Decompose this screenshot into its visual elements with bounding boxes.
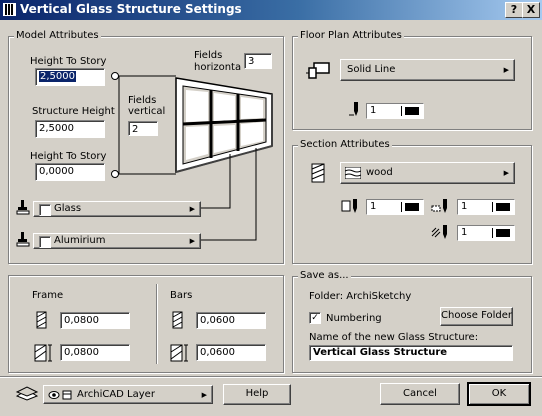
frame-depth-input[interactable]: 0,0800 xyxy=(60,344,130,361)
profiles-divider xyxy=(156,284,158,364)
save-as-label: Save as... xyxy=(298,270,351,281)
window-icon xyxy=(3,3,16,16)
frame-material-label: Alumirium xyxy=(54,235,106,246)
section-fill-label: wood xyxy=(366,167,393,178)
pen-divider xyxy=(401,106,402,116)
cancel-button[interactable]: Cancel xyxy=(380,383,460,405)
floor-plan-pen-field[interactable]: 1 xyxy=(366,103,424,119)
section-pen2-field[interactable]: 1 xyxy=(457,199,515,215)
name-label: Name of the new Glass Structure: xyxy=(309,332,479,343)
glass-material-popup[interactable]: Glass ▶ xyxy=(33,201,201,217)
section-fill-icon xyxy=(311,163,325,183)
frame-brush-icon xyxy=(16,232,30,247)
bottom-separator xyxy=(0,376,542,378)
eye-lock-icon xyxy=(48,390,72,400)
glass-structure-illustration xyxy=(111,72,273,241)
folder-label: Folder: ArchiSketchy xyxy=(309,291,412,302)
section-pen1-number: 1 xyxy=(370,201,377,212)
frame-width-input[interactable]: 0,0800 xyxy=(60,312,130,329)
structure-height-input[interactable]: 2,5000 xyxy=(35,120,105,138)
layer-label: ArchiCAD Layer xyxy=(77,389,155,400)
bars-width-icon xyxy=(172,311,183,329)
title-bar: Vertical Glass Structure Settings ? X xyxy=(0,0,542,20)
model-attributes-label: Model Attributes xyxy=(14,30,101,41)
frame-material-swatch xyxy=(39,236,51,248)
pen-color-swatch xyxy=(405,107,419,115)
help-button[interactable]: Help xyxy=(223,384,291,405)
section-label: Section Attributes xyxy=(298,139,392,150)
pen-divider xyxy=(492,228,493,238)
pen-color-swatch xyxy=(405,203,419,211)
structure-height-label: Structure Height xyxy=(32,106,115,117)
window-title: Vertical Glass Structure Settings xyxy=(20,2,242,16)
pen-color-swatch xyxy=(496,203,510,211)
numbering-label: Numbering xyxy=(326,313,382,324)
height-to-story-bottom-label: Height To Story xyxy=(30,151,107,162)
glass-material-swatch xyxy=(39,204,51,216)
chevron-right-icon: ▶ xyxy=(201,390,207,399)
frame-depth-icon xyxy=(34,344,52,362)
frame-material-popup[interactable]: Alumirium ▶ xyxy=(33,233,201,249)
cut-line-pen-icon xyxy=(341,199,357,213)
section-pen3-field[interactable]: 1 xyxy=(457,225,515,241)
section-pen1-field[interactable]: 1 xyxy=(366,199,424,215)
close-button[interactable]: X xyxy=(522,2,540,18)
choose-folder-button[interactable]: Choose Folder xyxy=(440,307,513,326)
line-type-label: Solid Line xyxy=(347,64,396,75)
bars-label: Bars xyxy=(170,290,193,301)
height-to-story-top-label: Height To Story xyxy=(30,56,107,67)
glass-material-label: Glass xyxy=(54,203,82,214)
pen-icon xyxy=(349,102,358,116)
section-fill-popup[interactable]: wood ▶ xyxy=(340,162,515,184)
pen-divider xyxy=(492,202,493,212)
bars-depth-input[interactable]: 0,0600 xyxy=(196,344,266,361)
chevron-right-icon: ▶ xyxy=(503,169,509,177)
frame-label: Frame xyxy=(32,290,64,301)
bars-depth-icon xyxy=(170,344,188,362)
layer-popup[interactable]: ArchiCAD Layer ▶ xyxy=(43,385,213,404)
background-pen-icon xyxy=(431,225,447,239)
line-type-popup[interactable]: Solid Line ▶ xyxy=(340,59,515,81)
glass-brush-icon xyxy=(16,200,30,215)
fields-horizontal-label-line1: Fields xyxy=(194,50,223,61)
ok-button[interactable]: OK xyxy=(467,382,531,406)
fill-pen-icon xyxy=(431,199,447,213)
height-to-story-bottom-input[interactable]: 0,0000 xyxy=(35,163,105,181)
help-title-button[interactable]: ? xyxy=(505,2,523,18)
height-to-story-top-input[interactable]: 2,5000 xyxy=(35,68,105,86)
bars-width-input[interactable]: 0,0600 xyxy=(196,312,266,329)
frame-width-icon xyxy=(36,311,47,329)
floor-plan-pen-number: 1 xyxy=(370,105,377,116)
floor-plan-label: Floor Plan Attributes xyxy=(298,30,404,41)
pen-divider xyxy=(401,202,402,212)
chevron-right-icon: ▶ xyxy=(189,205,195,213)
section-pen2-number: 1 xyxy=(461,201,468,212)
pen-color-swatch xyxy=(496,229,510,237)
structure-name-input[interactable]: Vertical Glass Structure xyxy=(309,345,513,361)
floor-plan-line-icon xyxy=(306,62,330,79)
wood-pattern-icon xyxy=(345,167,361,179)
chevron-right-icon: ▶ xyxy=(189,237,195,245)
numbering-checkbox[interactable]: ✓ xyxy=(309,312,321,324)
section-pen3-number: 1 xyxy=(461,227,468,238)
chevron-right-icon: ▶ xyxy=(503,66,509,74)
layer-icon xyxy=(15,386,39,401)
